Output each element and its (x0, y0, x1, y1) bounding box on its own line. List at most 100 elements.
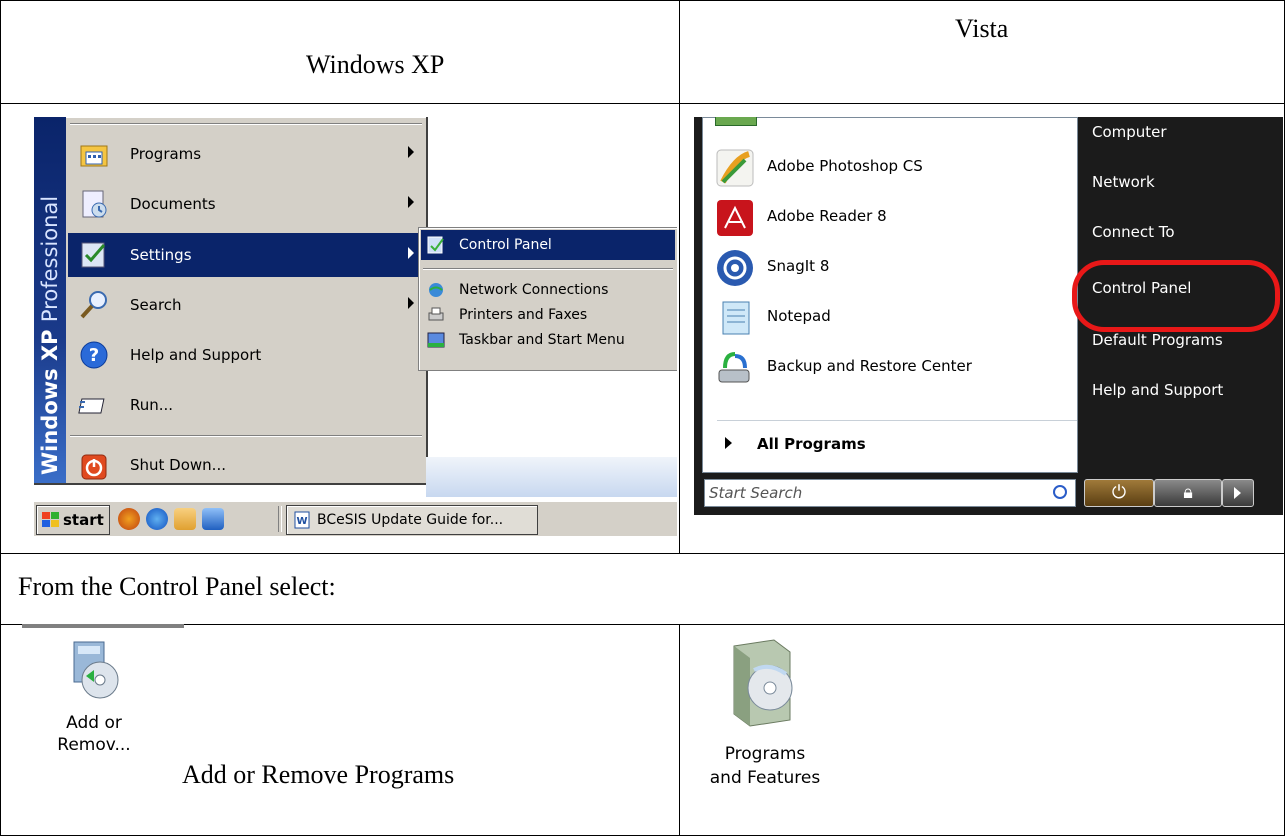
menu-item-label: Run... (130, 396, 174, 414)
menu-item-search[interactable]: Search (68, 283, 424, 327)
menu-item-shutdown[interactable]: Shut Down... (68, 445, 424, 483)
right-item-label: Network (1092, 173, 1155, 191)
all-programs-label: All Programs (757, 435, 866, 453)
help-icon: ? (80, 341, 108, 369)
snagit-icon (717, 250, 753, 286)
header-vista: Vista (955, 14, 1009, 43)
taskbar-item-label: BCeSIS Update Guide for... (317, 512, 504, 528)
power-icon: ⏻ (1111, 482, 1127, 503)
submenu-item-label: Taskbar and Start Menu (459, 332, 625, 348)
program-label: SnagIt 8 (767, 257, 830, 275)
menu-item-settings[interactable]: Settings (68, 233, 424, 277)
power-button[interactable]: ⏻ (1084, 479, 1154, 507)
add-remove-programs-icon (73, 641, 119, 699)
chevron-right-icon (408, 297, 414, 309)
outlook-icon[interactable] (174, 508, 196, 530)
right-item-label: Default Programs (1092, 331, 1223, 349)
menu-item-programs[interactable]: Programs (68, 132, 424, 176)
chevron-right-icon (408, 196, 414, 208)
xp-band-bold: Windows XP (38, 329, 62, 475)
programs-folder-icon (80, 145, 108, 167)
program-label: Adobe Photoshop CS (767, 157, 923, 175)
taskbar-icon (427, 332, 445, 348)
xp-caption: Add or Remove Programs (182, 760, 455, 789)
menu-item-label: Help and Support (130, 346, 262, 364)
xp-start-menu-screenshot: Windows XP Professional Programs Documen… (34, 117, 677, 542)
programs-and-features-icon (733, 639, 793, 727)
program-photoshop[interactable]: Adobe Photoshop CS (709, 142, 1069, 194)
vista-icon-label-line1: Programs (724, 744, 806, 764)
taskbar-item-bcesis[interactable]: W BCeSIS Update Guide for... (286, 505, 538, 535)
program-list-separator (717, 420, 1077, 421)
word-document-icon: W (294, 511, 310, 529)
desktop-icon[interactable] (202, 508, 224, 530)
internet-explorer-icon[interactable] (146, 508, 168, 530)
menu-item-run[interactable]: Run... (68, 383, 424, 427)
table-column-divider (679, 624, 680, 836)
printers-icon (428, 307, 444, 321)
table-column-divider (679, 0, 680, 554)
menu-item-label: Shut Down... (130, 456, 226, 474)
header-windows-xp: Windows XP (306, 50, 445, 79)
xp-window-edge (22, 624, 184, 628)
chevron-right-icon (725, 437, 732, 449)
menu-item-label: Settings (130, 246, 192, 264)
submenu-item-network-connections[interactable]: Network Connections (421, 277, 675, 303)
taskbar-separator (278, 506, 282, 532)
shutdown-options-button[interactable] (1222, 479, 1254, 507)
search-placeholder: Start Search (709, 484, 803, 502)
program-label: Backup and Restore Center (767, 357, 972, 375)
xp-icon-label-line2: Remov... (57, 735, 131, 755)
program-label: Notepad (767, 307, 831, 325)
adobe-reader-icon (717, 200, 753, 236)
svg-text:?: ? (89, 345, 99, 366)
windows-logo-icon (42, 512, 59, 527)
start-search-input[interactable]: Start Search (704, 479, 1076, 507)
lock-icon: 🔒︎ (1183, 482, 1193, 503)
vista-start-menu-screenshot: Adobe Photoshop CS Adobe Reader 8 SnagIt… (694, 117, 1283, 515)
firefox-icon[interactable] (118, 508, 140, 530)
menu-item-label: Programs (130, 145, 202, 163)
menu-item-label: Search (130, 296, 182, 314)
program-adobe-reader[interactable]: Adobe Reader 8 (709, 192, 1069, 244)
submenu-item-label: Printers and Faxes (459, 307, 588, 323)
search-icon (1053, 485, 1067, 499)
xp-band-light: Professional (38, 195, 62, 323)
menu-item-label: Documents (130, 195, 216, 213)
lock-button[interactable]: 🔒︎ (1154, 479, 1222, 507)
chevron-right-icon (1234, 487, 1241, 499)
table-row-divider (0, 624, 1285, 625)
all-programs-button[interactable]: All Programs (725, 433, 1025, 457)
xp-side-band: Windows XP Professional (34, 117, 66, 483)
right-item-computer[interactable]: Computer (1084, 117, 1274, 147)
instruction-text: From the Control Panel select: (18, 572, 336, 601)
photoshop-icon (716, 149, 754, 187)
menu-separator (423, 268, 673, 270)
right-item-connect-to[interactable]: Connect To (1084, 217, 1274, 247)
program-snagit[interactable]: SnagIt 8 (709, 242, 1069, 294)
submenu-item-printers[interactable]: Printers and Faxes (421, 302, 675, 328)
program-backup[interactable]: Backup and Restore Center (709, 342, 1069, 394)
backup-icon (718, 352, 750, 383)
right-item-network[interactable]: Network (1084, 167, 1274, 197)
svg-text:W: W (296, 516, 307, 527)
menu-item-help[interactable]: ? Help and Support (68, 333, 424, 377)
xp-taskbar: start W BCeSIS Update Guide for... (34, 501, 677, 536)
menu-item-documents[interactable]: Documents (68, 182, 424, 226)
table-border-top (0, 0, 1285, 1)
program-notepad[interactable]: Notepad (709, 292, 1069, 344)
start-button[interactable]: start (36, 505, 110, 535)
vista-program-list: Adobe Photoshop CS Adobe Reader 8 SnagIt… (702, 117, 1078, 473)
submenu-item-taskbar[interactable]: Taskbar and Start Menu (421, 327, 675, 353)
submenu-item-control-panel[interactable]: Control Panel (421, 230, 675, 260)
program-label: Adobe Reader 8 (767, 207, 887, 225)
submenu-item-label: Network Connections (459, 282, 609, 298)
table-row-divider (0, 553, 1285, 554)
xp-start-menu: Windows XP Professional Programs Documen… (34, 117, 428, 485)
right-item-label: Help and Support (1092, 381, 1224, 399)
settings-icon (81, 242, 106, 268)
right-item-help-support[interactable]: Help and Support (1084, 375, 1274, 405)
xp-window-strip (426, 457, 677, 497)
menu-separator (70, 123, 422, 125)
table-border-left (0, 0, 1, 836)
